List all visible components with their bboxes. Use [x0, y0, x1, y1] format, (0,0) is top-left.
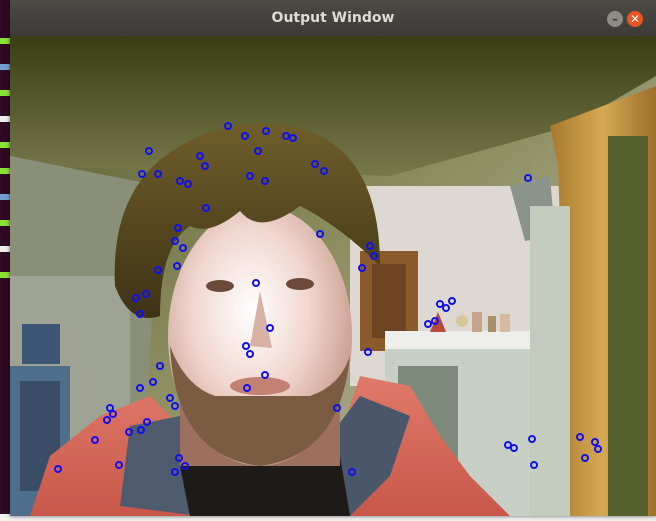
- window-title: Output Window: [271, 10, 395, 26]
- terminal-line: [0, 194, 10, 200]
- terminal-line: [0, 38, 10, 44]
- right-eye: [286, 278, 314, 290]
- terminal-line: [0, 272, 10, 278]
- close-button[interactable]: ✕: [627, 11, 643, 27]
- terminal-line: [0, 168, 10, 174]
- background-terminal: [0, 0, 10, 521]
- figurine: [500, 314, 510, 332]
- left-eye: [206, 280, 234, 292]
- camera-image: [10, 36, 656, 516]
- camera-frame: [10, 36, 656, 516]
- terminal-line: [0, 220, 10, 226]
- minimize-icon: –: [612, 12, 618, 26]
- terminal-line: [0, 64, 10, 70]
- terminal-line: [0, 90, 10, 96]
- window-titlebar[interactable]: Output Window – ✕: [10, 0, 656, 36]
- terminal-line: [0, 142, 10, 148]
- left-object: [22, 324, 60, 364]
- terminal-line: [0, 116, 10, 122]
- output-window[interactable]: Output Window – ✕: [10, 0, 656, 516]
- minimize-button[interactable]: –: [607, 11, 623, 27]
- close-icon: ✕: [629, 12, 641, 26]
- figurine: [488, 316, 496, 332]
- door-glass: [608, 136, 648, 516]
- figurine: [472, 312, 482, 332]
- mouth: [230, 377, 290, 395]
- door-frame: [530, 206, 570, 516]
- terminal-line: [0, 246, 10, 252]
- figurine: [456, 315, 468, 327]
- wooden-frame-inner: [372, 264, 406, 338]
- shelf: [385, 331, 545, 349]
